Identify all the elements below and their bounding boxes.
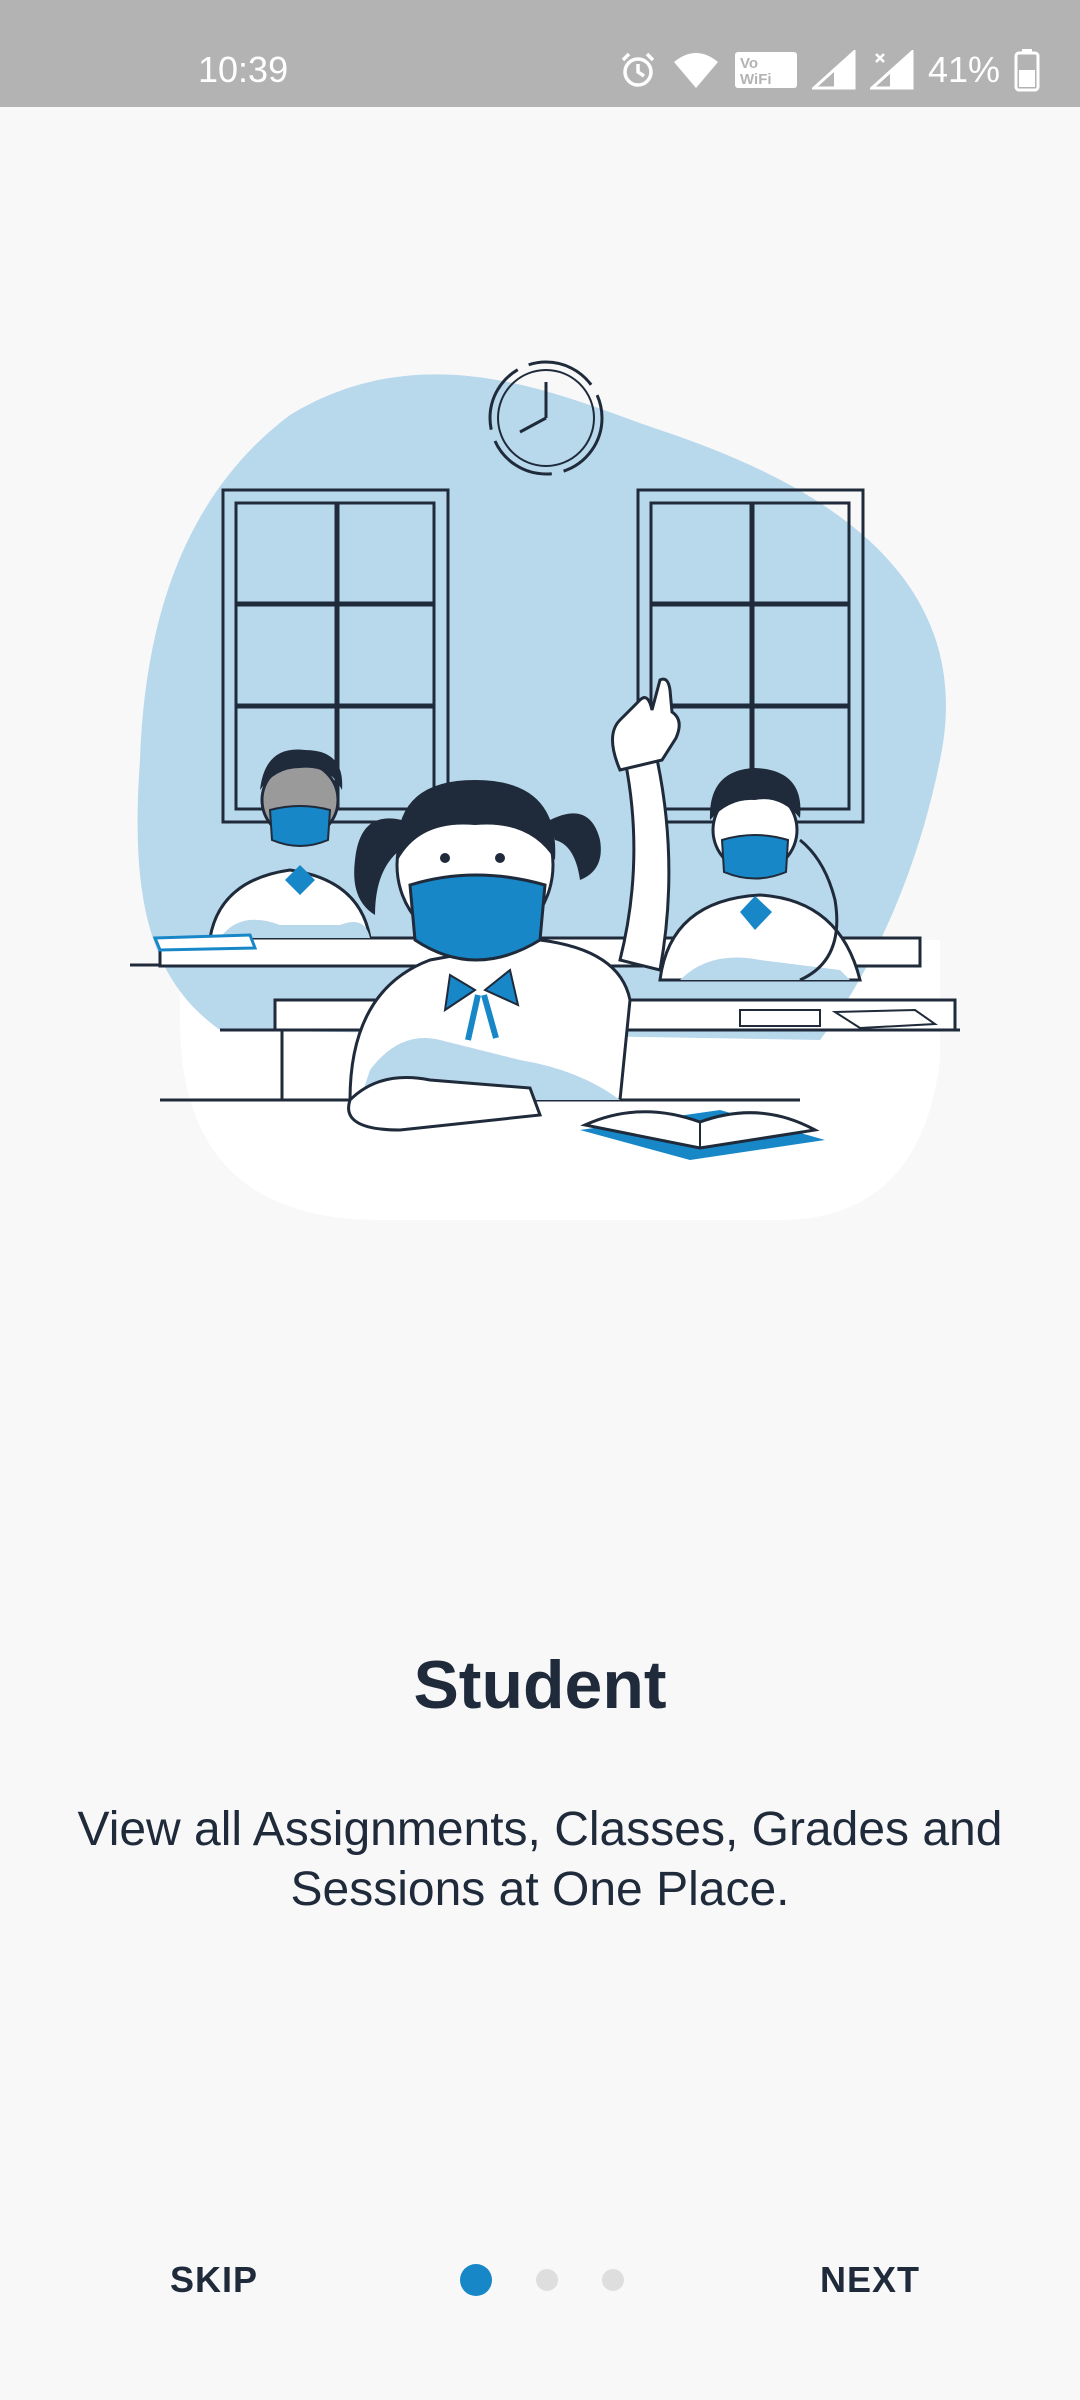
battery-icon: [1014, 48, 1040, 92]
status-time: 10:39: [198, 49, 289, 90]
page-indicator-dot-1[interactable]: [460, 2264, 492, 2296]
page-indicator: [460, 2264, 624, 2296]
onboarding-subtitle: View all Assignments, Classes, Grades an…: [77, 1803, 1003, 1916]
page-indicator-dot-2[interactable]: [536, 2269, 558, 2291]
page-indicator-dot-3[interactable]: [602, 2269, 624, 2291]
svg-text:Vo: Vo: [740, 55, 758, 72]
classroom-illustration: [130, 360, 960, 1220]
onboarding-title: Student: [413, 1647, 667, 1723]
status-icons: Vo WiFi 41%: [618, 46, 1040, 94]
svg-text:WiFi: WiFi: [740, 71, 772, 88]
next-button[interactable]: NEXT: [820, 2250, 920, 2310]
status-bar: 10:39 Vo WiFi 41%: [0, 0, 1080, 107]
battery-percent: 41%: [927, 49, 1000, 90]
alarm-icon: [618, 50, 658, 90]
signal-icon: [811, 50, 856, 90]
vowifi-icon: Vo WiFi: [734, 50, 798, 90]
skip-button[interactable]: SKIP: [170, 2250, 258, 2310]
wifi-icon: [672, 50, 720, 90]
signal-x-icon: [869, 50, 914, 90]
